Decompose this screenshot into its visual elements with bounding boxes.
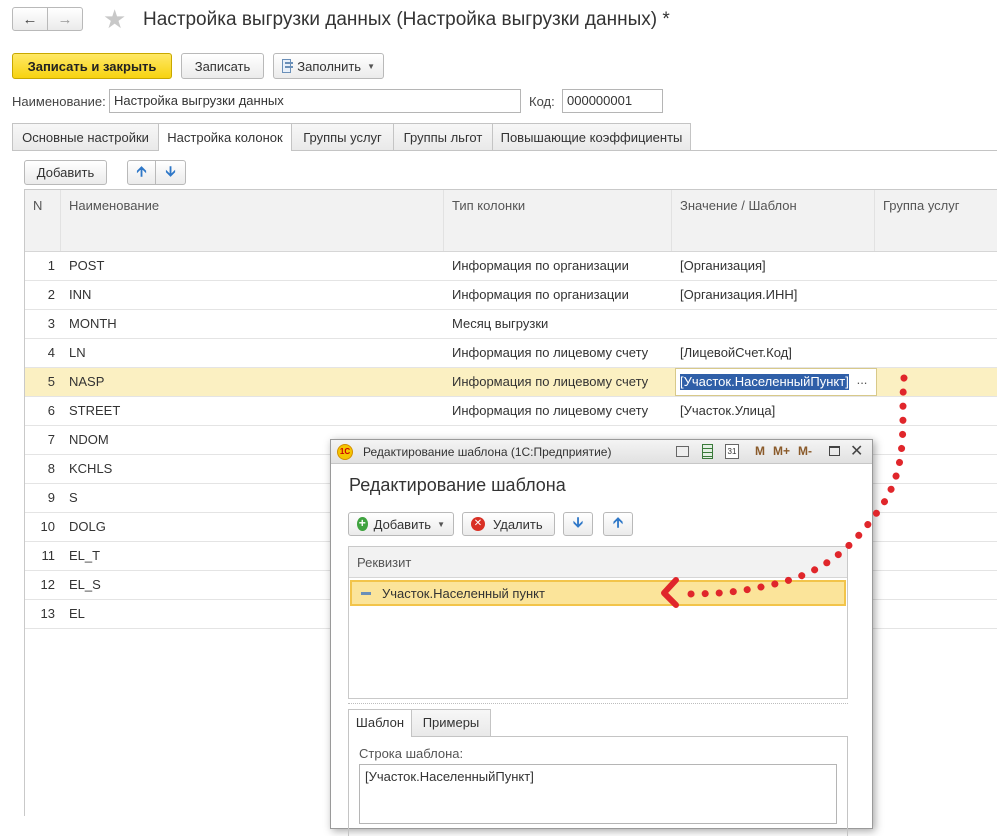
annotation-arrow (661, 374, 908, 608)
annotation-dotted-path (678, 374, 908, 598)
annotation-arrowhead (661, 577, 679, 608)
